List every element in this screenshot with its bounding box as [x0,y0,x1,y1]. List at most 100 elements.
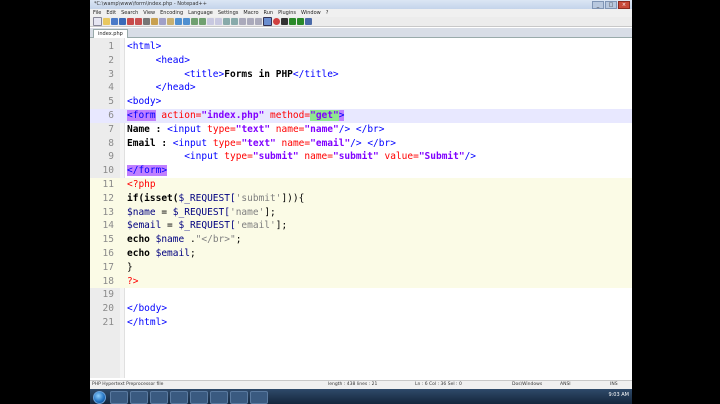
line-number: 16 [102,248,114,259]
line-number: 14 [102,220,114,232]
ie-taskbar-icon[interactable] [110,391,128,404]
status-mode: INS [610,382,618,387]
save-all-icon[interactable] [119,18,126,25]
maximize-button[interactable]: □ [605,1,617,9]
input-tag-close: /> </br> [350,137,396,149]
browser-taskbar-icon[interactable] [170,391,188,404]
open-file-icon[interactable] [103,18,110,25]
undo-icon[interactable] [175,18,182,25]
input-tag: <input [172,137,208,149]
line-number: 2 [108,54,114,66]
title-text: Forms in PHP [224,68,293,80]
status-bar: PHP Hypertext Preprocessor file length :… [90,380,632,389]
notepadpp-taskbar-icon[interactable] [230,391,248,404]
form-close-tag: </form> [127,165,168,177]
line-number: 20 [102,303,114,315]
code-line: 2 <head> [90,54,632,68]
close-button[interactable]: × [618,1,630,9]
php-close-tag: ?> [127,275,139,287]
close-file-icon[interactable] [127,18,134,25]
menu-view[interactable]: View [143,9,155,17]
input-tag-close: /> [464,151,477,163]
menu-encoding[interactable]: Encoding [160,9,183,17]
code-line: 14 $email = $_REQUEST['email']; [90,219,632,234]
attr-action-value: "index.php" [201,110,265,121]
app-taskbar-icon[interactable] [190,391,208,404]
menu-plugins[interactable]: Plugins [278,9,296,17]
attr-name: name= [304,151,333,163]
menu-file[interactable]: File [93,9,101,17]
code-line: 19 [90,288,632,302]
copy-icon[interactable] [159,18,166,25]
record-macro-icon[interactable] [273,18,280,25]
head-close-tag: </head> [155,82,196,94]
doc-map-icon[interactable] [263,17,272,26]
cut-icon[interactable] [151,18,158,25]
string-literal: 'email' [235,220,276,232]
menu-run[interactable]: Run [264,9,274,17]
line-number: 6 [108,110,114,121]
code-line: 5 <body> [90,95,632,109]
paste-icon[interactable] [167,18,174,25]
all-chars-icon[interactable] [247,18,254,25]
menu-window[interactable]: Window [301,9,321,17]
code-line: 12 if(isset($_REQUEST['submit'])){ [90,191,632,206]
tab-strip: index.php [90,28,632,39]
print-icon[interactable] [143,18,150,25]
attr-value-value: "Submit" [418,151,465,163]
code-line: 21 </html> [90,316,632,330]
menu-search[interactable]: Search [121,9,138,17]
echo-keyword: echo [127,248,150,259]
menu-language[interactable]: Language [188,9,213,17]
sync-v-icon[interactable] [223,18,230,25]
code-punct: ]; [264,206,276,218]
title-close-tag: </title> [292,68,339,80]
media-taskbar-icon[interactable] [150,391,168,404]
code-editor[interactable]: 1 <html> 2 <head> 3 <title>Forms in PHP<… [90,38,632,378]
redo-icon[interactable] [183,18,190,25]
email-label-text: Email : [127,137,168,149]
string-literal: 'name' [229,206,265,218]
window-controls: _ □ × [592,1,630,9]
close-all-icon[interactable] [135,18,142,25]
line-number: 9 [108,151,114,163]
line-number: 7 [108,123,114,135]
sync-h-icon[interactable] [231,18,238,25]
code-line: 18 ?> [90,274,632,289]
start-button[interactable] [93,391,106,404]
save-macro-icon[interactable] [305,18,312,25]
zoom-out-icon[interactable] [215,18,222,25]
menu-settings[interactable]: Settings [218,9,239,17]
wrap-icon[interactable] [239,18,246,25]
html-close-tag: </html> [127,317,168,328]
taskbar: 9:03 AM [90,389,632,404]
toolbar [90,17,632,27]
code-line: 1 <html> [90,40,632,54]
menu-macro[interactable]: Macro [243,9,258,17]
minimize-button[interactable]: _ [592,1,604,9]
indent-guide-icon[interactable] [255,18,262,25]
status-length: length : 438 lines : 21 [328,382,378,387]
code-punct: ]; [275,220,288,232]
app-taskbar-icon[interactable] [210,391,228,404]
attr-name-value: "name" [304,123,339,135]
code-punct: = [155,206,173,218]
replace-icon[interactable] [199,18,206,25]
stop-macro-icon[interactable] [281,18,288,25]
menu-help[interactable]: ? [326,9,329,17]
find-icon[interactable] [191,18,198,25]
explorer-taskbar-icon[interactable] [130,391,148,404]
code-line: 16 echo $email; [90,247,632,261]
menu-edit[interactable]: Edit [106,9,116,17]
play-macro-icon[interactable] [289,18,296,25]
request-var: $_REQUEST[ [178,220,236,232]
zoom-in-icon[interactable] [207,18,214,25]
app-taskbar-icon[interactable] [250,391,268,404]
run-macro-multiple-icon[interactable] [297,18,304,25]
attr-type: type= [224,151,253,163]
body-close-tag: </body> [127,303,168,315]
new-file-icon[interactable] [93,17,102,26]
line-number: 1 [108,41,114,52]
save-icon[interactable] [111,18,118,25]
form-tag-end: > [338,110,345,121]
